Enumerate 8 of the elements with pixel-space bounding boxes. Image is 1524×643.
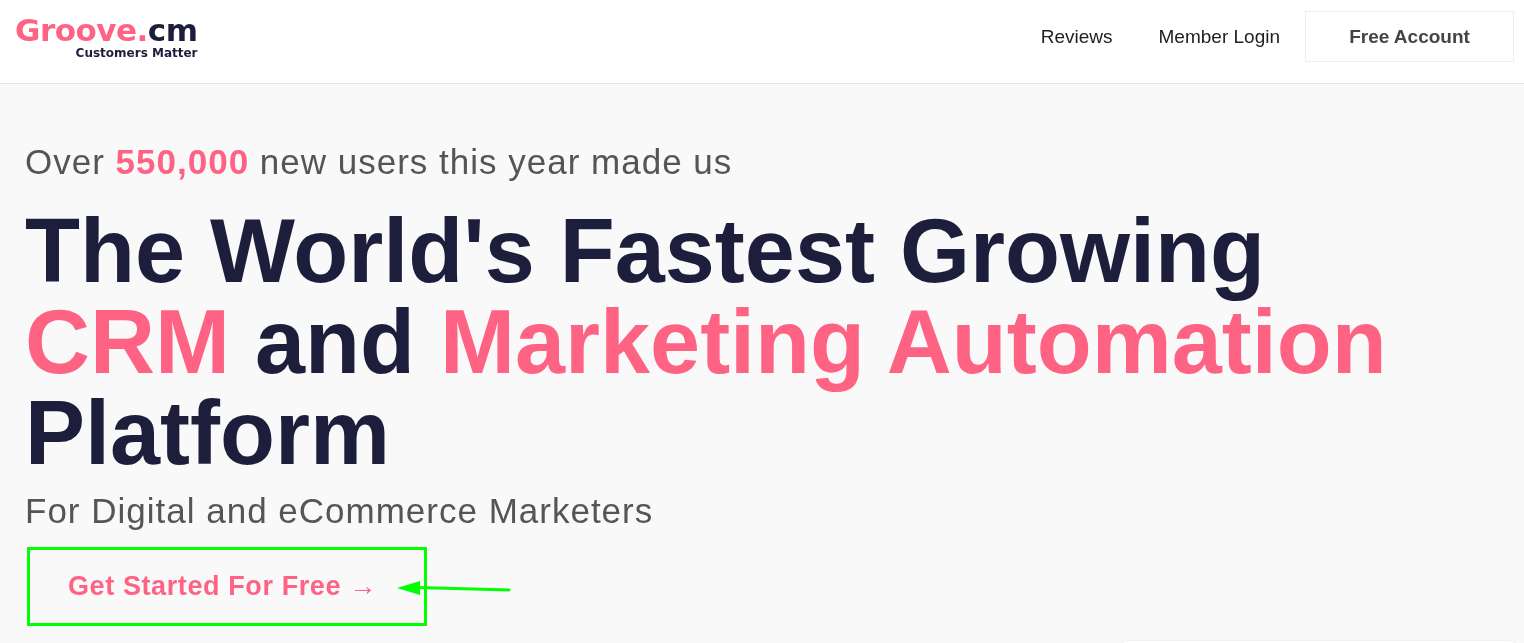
intro-text: Over 550,000 new users this year made us: [25, 141, 733, 182]
logo-tagline: Customers Matter: [75, 46, 198, 60]
subtitle-text: For Digital and eCommerce Marketers: [25, 490, 654, 531]
logo-wordmark[interactable]: Groove.cm: [15, 14, 198, 46]
nav-link[interactable]: Member Login: [1158, 25, 1280, 48]
free-account-button[interactable]: Free Account: [1305, 11, 1514, 62]
nav-link[interactable]: Reviews: [1040, 25, 1113, 48]
headline: The World's Fastest Growing CRM and Marketing Automation Platform: [25, 206, 1387, 479]
